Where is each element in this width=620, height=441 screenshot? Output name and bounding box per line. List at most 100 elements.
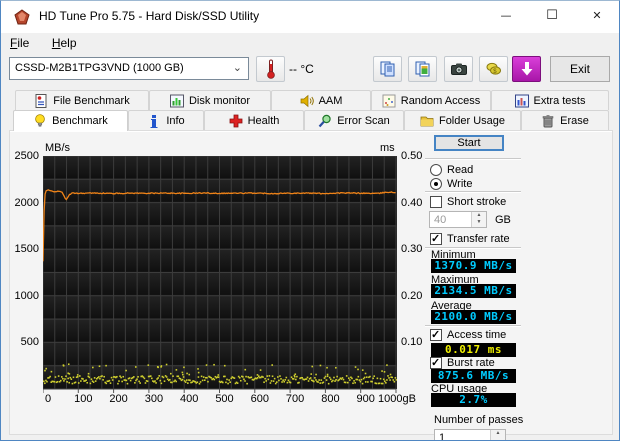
tab-random-access[interactable]: Random Access xyxy=(371,90,491,110)
access-time-dot xyxy=(181,373,184,376)
passes-spinner[interactable]: 1 ▲ xyxy=(434,429,506,440)
tab-health[interactable]: Health xyxy=(204,110,304,130)
access-time-dot xyxy=(202,376,205,378)
access-time-dot xyxy=(307,380,310,382)
temperature-button[interactable] xyxy=(256,56,285,82)
tab-benchmark[interactable]: Benchmark xyxy=(13,110,128,131)
access-time-dot xyxy=(184,381,187,383)
write-radio[interactable] xyxy=(430,178,442,190)
minimize-button[interactable]: — xyxy=(483,1,529,32)
access-time-dot xyxy=(395,379,397,381)
access-time-dot xyxy=(277,376,279,378)
tab-file-benchmark[interactable]: File Benchmark xyxy=(15,90,149,110)
access-time-dot xyxy=(62,364,65,367)
access-time-dot xyxy=(67,377,69,380)
access-time-checkbox[interactable] xyxy=(430,328,442,341)
access-time-dot xyxy=(283,380,285,383)
tab-label: Error Scan xyxy=(337,114,390,127)
access-time-dot xyxy=(49,375,51,378)
access-time-dot xyxy=(183,366,185,369)
tab-error-scan[interactable]: Error Scan xyxy=(304,110,404,130)
access-time-dot xyxy=(323,377,326,379)
access-time-dot xyxy=(160,382,163,385)
access-time-dot xyxy=(388,377,390,379)
transfer-rate-checkbox[interactable] xyxy=(430,232,442,245)
access-time-dot xyxy=(98,376,100,378)
access-time-dot xyxy=(272,380,275,382)
access-time-dot xyxy=(45,367,48,370)
access-time-dot xyxy=(181,371,184,374)
access-time-dot xyxy=(389,373,392,376)
access-time-dot xyxy=(143,377,146,380)
access-time-dot xyxy=(79,375,81,377)
access-time-dot xyxy=(250,376,253,379)
access-time-dot xyxy=(70,378,73,380)
copy-text-button[interactable] xyxy=(373,56,402,82)
tab-info[interactable]: Info xyxy=(128,110,204,130)
benchmark-icon xyxy=(35,114,45,127)
spinner-arrows-icon[interactable]: ▲ xyxy=(490,430,505,440)
access-time-dot xyxy=(381,382,384,385)
read-radio[interactable] xyxy=(430,164,442,176)
access-time-dot xyxy=(338,378,341,381)
left-axis-tick: 2000 xyxy=(14,196,39,209)
screenshot-button[interactable] xyxy=(444,56,473,82)
access-time-dot xyxy=(279,375,281,377)
down-arrow-icon xyxy=(521,62,532,76)
access-time-dot xyxy=(189,379,191,382)
copy-image-icon xyxy=(415,61,429,77)
start-button[interactable]: Start xyxy=(434,135,504,151)
access-time-dot xyxy=(169,372,172,375)
access-time-dot xyxy=(200,375,203,378)
access-time-dot xyxy=(389,379,391,381)
access-time-dot xyxy=(88,376,91,379)
access-time-dot xyxy=(188,373,191,376)
access-time-dot xyxy=(64,378,66,380)
access-time-dot xyxy=(335,366,337,369)
access-time-dot xyxy=(239,379,242,382)
access-time-dot xyxy=(319,364,322,367)
tab-folder-usage[interactable]: Folder Usage xyxy=(404,110,521,130)
short-stroke-checkbox[interactable] xyxy=(430,196,442,208)
access-time-dot xyxy=(101,375,103,377)
access-time-dot xyxy=(186,372,188,375)
tab-aam[interactable]: AAM xyxy=(271,90,371,110)
divider xyxy=(425,191,521,193)
access-time-dot xyxy=(265,380,267,382)
maximize-button[interactable]: ☐ xyxy=(529,1,575,32)
access-time-dot xyxy=(126,382,129,385)
access-time-dot xyxy=(354,366,357,368)
menu-file[interactable]: File xyxy=(1,33,38,52)
tab-extra-tests[interactable]: Extra tests xyxy=(491,90,609,110)
tab-label: Disk monitor xyxy=(188,94,251,107)
burst-rate-checkbox[interactable] xyxy=(430,356,442,369)
access-time-dot xyxy=(122,375,125,378)
tab-erase[interactable]: Erase xyxy=(521,110,609,130)
drive-select-dropdown[interactable]: CSSD-M2B1TPG3VND (1000 GB) ⌄ xyxy=(9,57,249,80)
access-time-dot xyxy=(158,375,161,377)
download-button[interactable] xyxy=(512,56,541,82)
spinner-arrows-icon[interactable]: ▲ ▼ xyxy=(471,212,486,227)
access-time-dot xyxy=(324,375,327,378)
exit-button[interactable]: Exit xyxy=(550,56,610,82)
access-time-dot xyxy=(244,368,247,371)
access-time-dot xyxy=(92,366,94,369)
access-time-dot xyxy=(359,380,362,383)
save-image-button[interactable]: $ xyxy=(479,56,508,82)
access-time-dot xyxy=(201,379,204,382)
access-time-dot xyxy=(329,378,332,381)
access-time-dot xyxy=(155,382,157,384)
access-time-dot xyxy=(229,381,231,383)
access-time-dot xyxy=(196,381,199,384)
close-button[interactable]: ✕ xyxy=(574,1,619,32)
access-time-dot xyxy=(159,379,162,382)
copy-image-button[interactable] xyxy=(408,56,437,82)
short-stroke-size-value: 40 xyxy=(434,214,447,226)
menu-help[interactable]: Help xyxy=(43,33,86,52)
access-time-dot xyxy=(137,376,139,378)
short-stroke-size-spinner[interactable]: 40 ▲ ▼ xyxy=(429,211,487,228)
access-time-dot xyxy=(210,376,212,379)
access-time-dot xyxy=(256,374,259,376)
access-time-dot xyxy=(268,375,271,377)
tab-disk-monitor[interactable]: Disk monitor xyxy=(149,90,271,110)
